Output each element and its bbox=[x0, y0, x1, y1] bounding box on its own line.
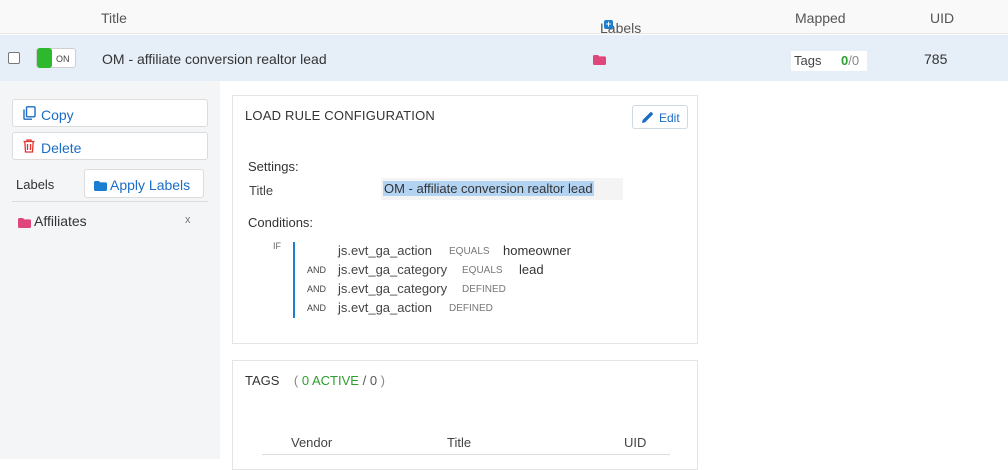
remove-label-button[interactable]: x bbox=[185, 214, 191, 226]
row-checkbox[interactable] bbox=[8, 52, 20, 64]
condition-joiner: AND bbox=[307, 284, 327, 294]
edit-label: Edit bbox=[659, 111, 680, 125]
tags-open-paren: ( bbox=[293, 373, 299, 388]
mapped-tags-total: 0 bbox=[851, 53, 860, 68]
divider bbox=[12, 201, 208, 202]
condition-operator: DEFINED bbox=[449, 303, 493, 314]
tags-panel: TAGS ( 0 ACTIVE / 0 ) Vendor Title UID bbox=[232, 360, 698, 470]
trash-icon bbox=[23, 139, 35, 156]
toggle-label: ON bbox=[56, 54, 70, 64]
tags-total-count: 0 bbox=[369, 373, 378, 388]
delete-button[interactable]: Delete bbox=[12, 132, 208, 160]
apply-labels-button[interactable]: Apply Labels bbox=[84, 169, 204, 198]
config-heading: LOAD RULE CONFIGURATION bbox=[245, 108, 435, 123]
pencil-icon bbox=[641, 111, 654, 127]
mapped-tags-label: Tags bbox=[794, 53, 822, 68]
folder-icon bbox=[593, 52, 606, 68]
copy-icon bbox=[23, 106, 36, 123]
condition-joiner: AND bbox=[307, 303, 327, 313]
if-label: IF bbox=[273, 241, 281, 251]
header-uid[interactable]: UID bbox=[930, 10, 954, 26]
delete-label: Delete bbox=[41, 140, 82, 156]
condition-operator: DEFINED bbox=[462, 284, 506, 295]
condition-group-bar bbox=[293, 242, 295, 318]
condition-joiner: AND bbox=[307, 265, 327, 275]
condition-operator: EQUALS bbox=[449, 246, 490, 257]
condition-variable: js.evt_ga_action bbox=[338, 300, 432, 315]
tags-close-paren: ) bbox=[380, 373, 386, 388]
folder-icon bbox=[94, 178, 107, 194]
folder-icon bbox=[18, 215, 31, 231]
copy-label: Copy bbox=[41, 107, 74, 123]
toggle-knob bbox=[37, 48, 52, 68]
mapped-tags-count: 0/0 bbox=[841, 53, 859, 68]
add-label-icon[interactable]: + bbox=[604, 20, 613, 29]
table-header: Title Labels + Mapped UID bbox=[0, 0, 1008, 36]
edit-button[interactable]: Edit bbox=[632, 105, 688, 129]
column-uid[interactable]: UID bbox=[624, 435, 646, 450]
copy-button[interactable]: Copy bbox=[12, 99, 208, 127]
load-rule-config-panel: LOAD RULE CONFIGURATION Edit Settings: T… bbox=[232, 95, 698, 344]
apply-labels-label: Apply Labels bbox=[110, 177, 191, 193]
condition-variable: js.evt_ga_action bbox=[338, 243, 432, 258]
mapped-tags-badge[interactable]: Tags 0/0 bbox=[791, 51, 867, 71]
tags-heading: TAGS ( 0 ACTIVE / 0 ) bbox=[245, 373, 385, 388]
column-title[interactable]: Title bbox=[447, 435, 471, 450]
title-value: OM - affiliate conversion realtor lead bbox=[383, 181, 594, 196]
tags-active-count: 0 ACTIVE bbox=[301, 373, 359, 388]
column-vendor[interactable]: Vendor bbox=[291, 435, 332, 450]
status-toggle[interactable]: ON bbox=[36, 48, 76, 68]
condition-operator: EQUALS bbox=[462, 265, 503, 276]
column-header-divider bbox=[262, 454, 670, 455]
tags-title: TAGS bbox=[245, 373, 280, 388]
title-label: Title bbox=[249, 183, 274, 198]
row-uid: 785 bbox=[924, 51, 948, 67]
rule-actions-panel: Copy Delete Labels Apply Labels Affiliat… bbox=[0, 81, 220, 459]
header-title[interactable]: Title bbox=[101, 10, 127, 26]
condition-variable: js.evt_ga_category bbox=[338, 262, 448, 277]
conditions-heading: Conditions: bbox=[248, 215, 314, 230]
header-mapped[interactable]: Mapped bbox=[795, 10, 846, 26]
settings-heading: Settings: bbox=[248, 159, 299, 174]
condition-value: homeowner bbox=[503, 243, 571, 258]
label-name: Affiliates bbox=[34, 213, 87, 229]
title-value-field[interactable]: OM - affiliate conversion realtor lead bbox=[381, 178, 623, 200]
row-title[interactable]: OM - affiliate conversion realtor lead bbox=[102, 51, 327, 67]
condition-variable: js.evt_ga_category bbox=[338, 281, 448, 296]
load-rule-row[interactable]: ON OM - affiliate conversion realtor lea… bbox=[0, 35, 1008, 81]
labels-heading: Labels bbox=[16, 177, 55, 192]
condition-value: lead bbox=[519, 262, 544, 277]
tags-slash: / bbox=[362, 373, 367, 388]
